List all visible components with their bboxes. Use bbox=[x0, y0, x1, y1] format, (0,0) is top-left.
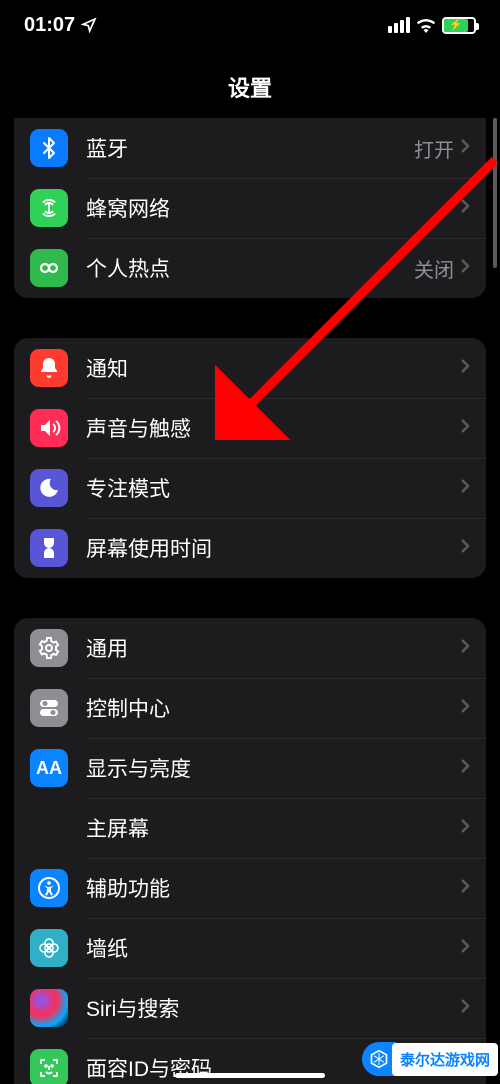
chevron-right-icon bbox=[460, 998, 470, 1019]
chevron-right-icon bbox=[460, 138, 470, 159]
chevron-right-icon bbox=[460, 758, 470, 779]
wallpaper-icon bbox=[30, 929, 68, 967]
chevron-right-icon bbox=[460, 198, 470, 219]
siri-icon bbox=[30, 989, 68, 1027]
row-bluetooth[interactable]: 蓝牙 打开 bbox=[14, 118, 486, 178]
chevron-right-icon bbox=[460, 478, 470, 499]
location-icon bbox=[81, 17, 97, 33]
chevron-right-icon bbox=[460, 638, 470, 659]
row-general[interactable]: 通用 bbox=[14, 618, 486, 678]
chevron-right-icon bbox=[460, 878, 470, 899]
row-homescreen[interactable]: 主屏幕 bbox=[14, 798, 486, 858]
row-label: 通用 bbox=[86, 633, 460, 663]
page-title: 设置 bbox=[228, 71, 272, 103]
chevron-right-icon bbox=[460, 418, 470, 439]
row-label: 蜂窝网络 bbox=[86, 193, 460, 223]
focus-icon bbox=[30, 469, 68, 507]
chevron-right-icon bbox=[460, 938, 470, 959]
watermark-text: 泰尔达游戏网 bbox=[400, 1049, 490, 1070]
row-cellular[interactable]: 蜂窝网络 bbox=[14, 178, 486, 238]
row-detail: 打开 bbox=[414, 134, 454, 163]
row-label: 辅助功能 bbox=[86, 873, 460, 903]
status-time: 01:07 bbox=[24, 14, 75, 37]
row-label: 墙纸 bbox=[86, 933, 460, 963]
cellular-signal-icon bbox=[388, 17, 410, 33]
row-siri[interactable]: Siri与搜索 bbox=[14, 978, 486, 1038]
notifications-icon bbox=[30, 349, 68, 387]
row-notifications[interactable]: 通知 bbox=[14, 338, 486, 398]
wifi-icon bbox=[416, 18, 436, 33]
row-label: Siri与搜索 bbox=[86, 993, 460, 1023]
status-bar: 01:07 ⚡ bbox=[0, 0, 500, 50]
navigation-bar: 设置 bbox=[0, 60, 500, 114]
settings-group-notifications: 通知 声音与触感 专注模式 屏幕使用时间 bbox=[14, 338, 486, 578]
row-controlcenter[interactable]: 控制中心 bbox=[14, 678, 486, 738]
settings-group-connectivity: 蓝牙 打开 蜂窝网络 个人热点 关闭 bbox=[14, 118, 486, 298]
accessibility-icon bbox=[30, 869, 68, 907]
battery-icon: ⚡ bbox=[442, 17, 476, 34]
row-display[interactable]: AA 显示与亮度 bbox=[14, 738, 486, 798]
homescreen-icon bbox=[30, 809, 68, 847]
settings-group-general: 通用 控制中心 AA 显示与亮度 bbox=[14, 618, 486, 1084]
cellular-icon bbox=[30, 189, 68, 227]
row-focus[interactable]: 专注模式 bbox=[14, 458, 486, 518]
sounds-icon bbox=[30, 409, 68, 447]
hotspot-icon bbox=[30, 249, 68, 287]
chevron-right-icon bbox=[460, 358, 470, 379]
row-label: 通知 bbox=[86, 353, 460, 383]
row-hotspot[interactable]: 个人热点 关闭 bbox=[14, 238, 486, 298]
chevron-right-icon bbox=[460, 698, 470, 719]
row-label: 声音与触感 bbox=[86, 413, 460, 443]
row-label: 专注模式 bbox=[86, 473, 460, 503]
row-wallpaper[interactable]: 墙纸 bbox=[14, 918, 486, 978]
row-detail: 关闭 bbox=[414, 254, 454, 283]
general-icon bbox=[30, 629, 68, 667]
watermark: 泰尔达游戏网 bbox=[362, 1042, 498, 1076]
controlcenter-icon bbox=[30, 689, 68, 727]
row-label: 显示与亮度 bbox=[86, 753, 460, 783]
row-label: 个人热点 bbox=[86, 253, 414, 283]
row-sounds[interactable]: 声音与触感 bbox=[14, 398, 486, 458]
row-screentime[interactable]: 屏幕使用时间 bbox=[14, 518, 486, 578]
home-indicator[interactable] bbox=[175, 1073, 325, 1078]
bluetooth-icon bbox=[30, 129, 68, 167]
screentime-icon bbox=[30, 529, 68, 567]
faceid-icon bbox=[30, 1049, 68, 1084]
watermark-logo-icon bbox=[362, 1042, 396, 1076]
row-label: 控制中心 bbox=[86, 693, 460, 723]
settings-list: 蓝牙 打开 蜂窝网络 个人热点 关闭 bbox=[0, 114, 500, 1084]
row-label: 屏幕使用时间 bbox=[86, 533, 460, 563]
chevron-right-icon bbox=[460, 818, 470, 839]
chevron-right-icon bbox=[460, 258, 470, 279]
display-icon: AA bbox=[30, 749, 68, 787]
row-label: 蓝牙 bbox=[86, 133, 414, 163]
row-label: 主屏幕 bbox=[86, 813, 460, 843]
chevron-right-icon bbox=[460, 538, 470, 559]
row-accessibility[interactable]: 辅助功能 bbox=[14, 858, 486, 918]
